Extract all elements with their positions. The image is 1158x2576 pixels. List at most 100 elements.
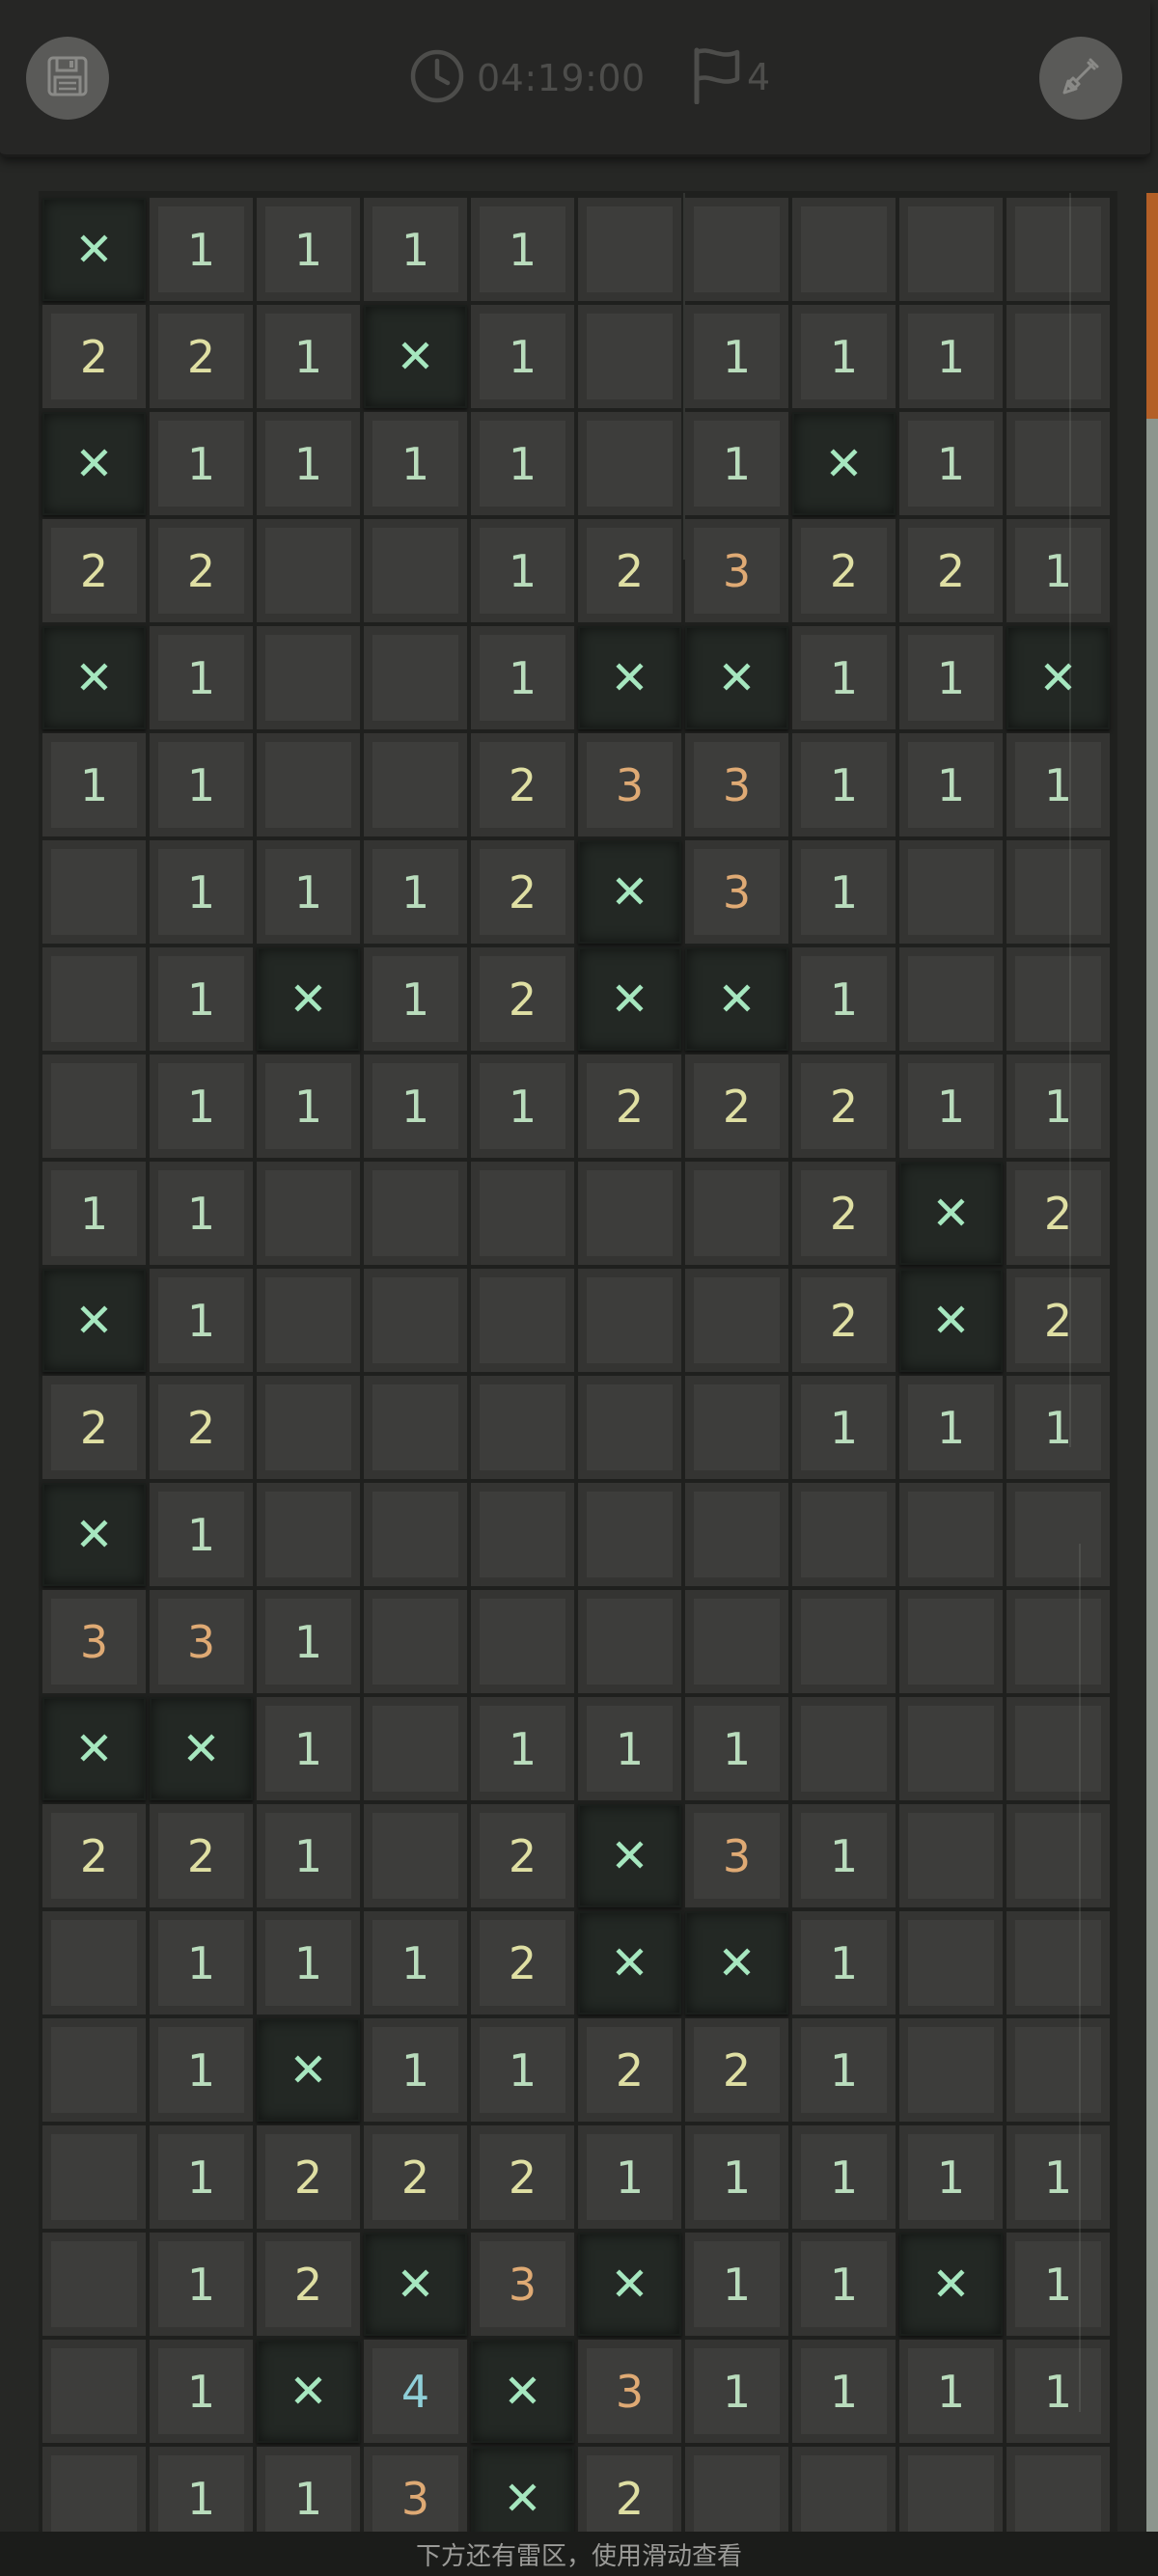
number-cell[interactable]: 1 (150, 2340, 253, 2443)
number-cell[interactable]: 1 (257, 1804, 360, 1907)
number-cell[interactable]: 3 (685, 1804, 788, 1907)
empty-cell[interactable] (1006, 1911, 1110, 2014)
number-cell[interactable]: 2 (578, 1055, 681, 1158)
number-cell[interactable]: 1 (578, 1697, 681, 1800)
number-cell[interactable]: 1 (792, 733, 896, 836)
number-cell[interactable]: 1 (685, 412, 788, 515)
empty-cell[interactable] (1006, 1697, 1110, 1800)
number-cell[interactable]: 1 (364, 198, 467, 301)
empty-cell[interactable] (685, 1269, 788, 1372)
number-cell[interactable]: 3 (685, 733, 788, 836)
number-cell[interactable]: 3 (578, 733, 681, 836)
number-cell[interactable]: 1 (792, 840, 896, 944)
unrevealed-cell[interactable] (1006, 198, 1110, 301)
number-cell[interactable]: 2 (471, 947, 574, 1051)
flagged-mine-cell[interactable]: ✕ (257, 2018, 360, 2122)
number-cell[interactable]: 1 (792, 2125, 896, 2229)
empty-cell[interactable] (899, 1590, 1003, 1693)
number-cell[interactable]: 1 (471, 198, 574, 301)
number-cell[interactable]: 2 (42, 1804, 146, 1907)
empty-cell[interactable] (685, 1590, 788, 1693)
empty-cell[interactable] (42, 2018, 146, 2122)
flagged-mine-cell[interactable]: ✕ (42, 626, 146, 729)
empty-cell[interactable] (578, 305, 681, 408)
empty-cell[interactable] (578, 1162, 681, 1265)
empty-cell[interactable] (578, 1483, 681, 1586)
empty-cell[interactable] (42, 1911, 146, 2014)
number-cell[interactable]: 1 (578, 2125, 681, 2229)
number-cell[interactable]: 1 (1006, 1376, 1110, 1479)
number-cell[interactable]: 1 (42, 1162, 146, 1265)
number-cell[interactable]: 1 (257, 1911, 360, 2014)
flagged-mine-cell[interactable]: ✕ (578, 1911, 681, 2014)
number-cell[interactable]: 3 (150, 1590, 253, 1693)
number-cell[interactable]: 1 (471, 1055, 574, 1158)
minefield-grid[interactable]: ✕ 1 1 1 1 2 2 1 ✕ 1 1 1 1 ✕ 1 1 1 1 1 ✕ 1 2 2 1 2 3 2 2 1 ✕ 1 1 ✕ ✕ 1 1 ✕ 1 1 2… (42, 198, 1118, 2550)
flagged-mine-cell[interactable]: ✕ (42, 412, 146, 515)
number-cell[interactable]: 1 (150, 947, 253, 1051)
number-cell[interactable]: 2 (42, 1376, 146, 1479)
flagged-mine-cell[interactable]: ✕ (42, 1269, 146, 1372)
empty-cell[interactable] (1006, 2018, 1110, 2122)
empty-cell[interactable] (364, 519, 467, 622)
number-cell[interactable]: 1 (364, 1911, 467, 2014)
empty-cell[interactable] (685, 1483, 788, 1586)
number-cell[interactable]: 2 (578, 2018, 681, 2122)
number-cell[interactable]: 1 (150, 733, 253, 836)
empty-cell[interactable] (364, 1376, 467, 1479)
flagged-mine-cell[interactable]: ✕ (685, 626, 788, 729)
empty-cell[interactable] (364, 733, 467, 836)
number-cell[interactable]: 1 (150, 1269, 253, 1372)
number-cell[interactable]: 1 (792, 305, 896, 408)
number-cell[interactable]: 1 (42, 733, 146, 836)
number-cell[interactable]: 1 (257, 412, 360, 515)
number-cell[interactable]: 1 (792, 2233, 896, 2336)
number-cell[interactable]: 1 (1006, 1055, 1110, 1158)
number-cell[interactable]: 2 (792, 1269, 896, 1372)
flagged-mine-cell[interactable]: ✕ (685, 1911, 788, 2014)
number-cell[interactable]: 1 (685, 305, 788, 408)
flagged-mine-cell[interactable]: ✕ (685, 947, 788, 1051)
empty-cell[interactable] (899, 1483, 1003, 1586)
empty-cell[interactable] (257, 1483, 360, 1586)
number-cell[interactable]: 1 (899, 626, 1003, 729)
number-cell[interactable]: 1 (792, 2018, 896, 2122)
number-cell[interactable]: 1 (685, 1697, 788, 1800)
empty-cell[interactable] (257, 519, 360, 622)
number-cell[interactable]: 1 (899, 1376, 1003, 1479)
number-cell[interactable]: 1 (364, 1055, 467, 1158)
flagged-mine-cell[interactable]: ✕ (578, 1804, 681, 1907)
empty-cell[interactable] (1006, 947, 1110, 1051)
save-button[interactable] (26, 37, 109, 120)
unrevealed-cell[interactable] (685, 198, 788, 301)
empty-cell[interactable] (1006, 1804, 1110, 1907)
flagged-mine-cell[interactable]: ✕ (257, 947, 360, 1051)
number-cell[interactable]: 3 (42, 1590, 146, 1693)
number-cell[interactable]: 1 (257, 198, 360, 301)
flagged-mine-cell[interactable]: ✕ (471, 2340, 574, 2443)
empty-cell[interactable] (257, 1376, 360, 1479)
flagged-mine-cell[interactable]: ✕ (578, 840, 681, 944)
number-cell[interactable]: 3 (685, 840, 788, 944)
number-cell[interactable]: 1 (1006, 2340, 1110, 2443)
number-cell[interactable]: 1 (364, 412, 467, 515)
number-cell[interactable]: 2 (685, 1055, 788, 1158)
number-cell[interactable]: 2 (42, 519, 146, 622)
empty-cell[interactable] (899, 1804, 1003, 1907)
empty-cell[interactable] (899, 947, 1003, 1051)
number-cell[interactable]: 2 (150, 519, 253, 622)
number-cell[interactable]: 3 (578, 2340, 681, 2443)
empty-cell[interactable] (792, 1483, 896, 1586)
empty-cell[interactable] (471, 1590, 574, 1693)
unrevealed-cell[interactable] (1006, 412, 1110, 515)
number-cell[interactable]: 1 (364, 947, 467, 1051)
empty-cell[interactable] (899, 1911, 1003, 2014)
flagged-mine-cell[interactable]: ✕ (899, 2233, 1003, 2336)
number-cell[interactable]: 2 (792, 519, 896, 622)
empty-cell[interactable] (471, 1269, 574, 1372)
empty-cell[interactable] (578, 412, 681, 515)
number-cell[interactable]: 1 (792, 2340, 896, 2443)
number-cell[interactable]: 1 (150, 198, 253, 301)
number-cell[interactable]: 2 (471, 733, 574, 836)
number-cell[interactable]: 1 (150, 1911, 253, 2014)
